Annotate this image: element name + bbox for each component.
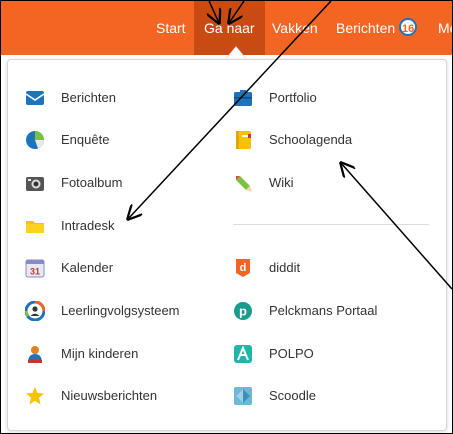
camera-icon <box>26 177 44 191</box>
polpo-icon <box>234 345 252 363</box>
menu-divider <box>233 224 429 225</box>
envelope-icon <box>25 91 45 105</box>
menu-item-label: Berichten <box>61 90 116 105</box>
diddit-icon: d <box>236 259 250 277</box>
menu-item-label: Schoolagenda <box>269 132 353 147</box>
pelckmans-icon: p <box>234 302 252 320</box>
calendar-day-number: 31 <box>30 267 40 277</box>
ga-naar-dropdown <box>7 59 447 431</box>
pencil-icon <box>236 176 252 192</box>
scoodle-icon <box>234 387 252 405</box>
calendar-icon: 31 <box>25 259 45 278</box>
portfolio-icon <box>234 90 252 106</box>
menu-item-label: Mijn kinderen <box>61 346 139 361</box>
svg-text:p: p <box>239 304 247 319</box>
menu-item-label: Portfolio <box>269 90 317 105</box>
student-tracking-icon <box>25 301 45 321</box>
nav-start[interactable]: Start <box>156 18 186 38</box>
menu-item-label: Leerlingvolgsysteem <box>61 303 180 318</box>
svg-text:d: d <box>240 262 247 274</box>
folder-icon <box>26 221 44 233</box>
menu-item-label: Intradesk <box>61 218 115 233</box>
nav-vakken[interactable]: Vakken <box>272 18 318 38</box>
menu-item-label: Pelckmans Portaal <box>269 303 378 318</box>
nav-more[interactable]: Me <box>438 18 452 38</box>
unread-count-badge: 16 <box>399 18 418 36</box>
menu-item-label: Scoodle <box>269 388 316 403</box>
menu-item-label: Wiki <box>269 175 294 190</box>
nav-berichten[interactable]: Berichten 16 <box>336 18 418 38</box>
child-icon <box>28 346 42 363</box>
nav-berichten-label: Berichten <box>336 20 396 36</box>
screenshot-frame: Start Ga naar Vakken Berichten16 Me Beri… <box>0 0 453 434</box>
menu-item-label: Kalender <box>61 260 114 275</box>
menu-item-label: diddit <box>269 260 301 275</box>
menu-item-label: Fotoalbum <box>61 175 123 190</box>
menu-item-label: Nieuwsberichten <box>61 388 158 403</box>
agenda-icon <box>236 131 251 149</box>
pie-chart-icon <box>26 131 45 149</box>
star-icon <box>26 387 44 405</box>
menu-item-label: Enquête <box>61 132 110 147</box>
dropdown-caret <box>226 47 246 59</box>
menu-item-label: POLPO <box>269 346 314 361</box>
